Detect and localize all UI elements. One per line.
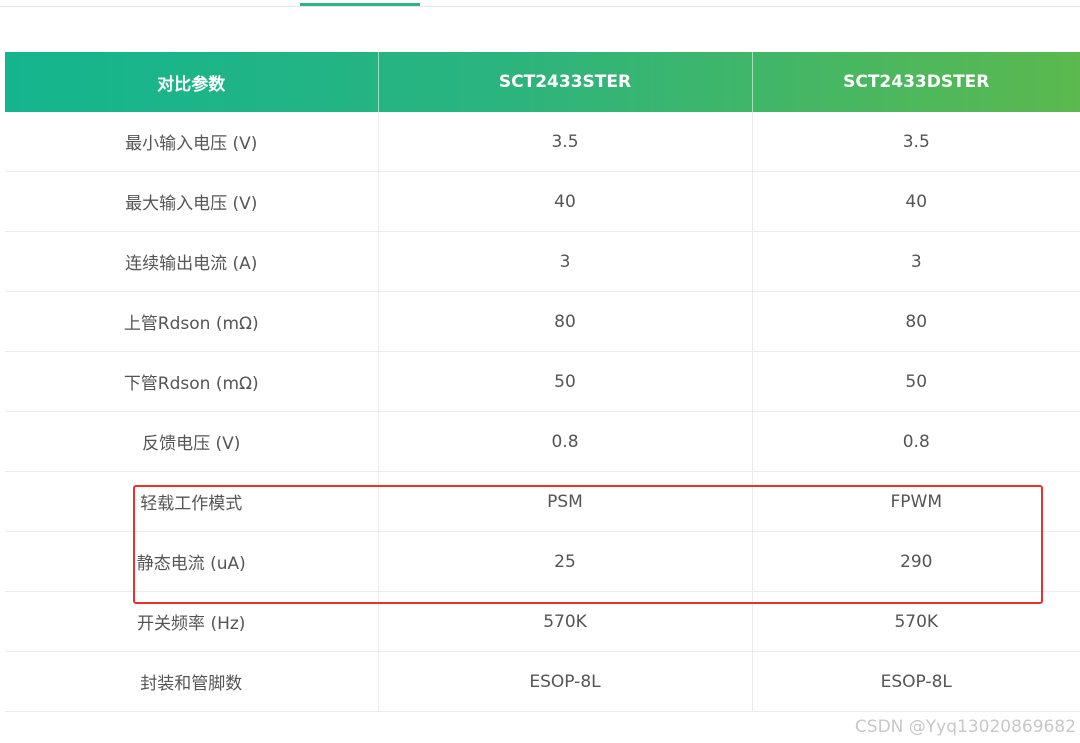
table-header-row: 对比参数 SCT2433STER SCT2433DSTER xyxy=(5,52,1080,112)
table-row: 封装和管脚数 ESOP-8L ESOP-8L xyxy=(5,651,1080,712)
table-row: 最小输入电压 (V) 3.5 3.5 xyxy=(5,112,1080,172)
param-cell: 开关频率 (Hz) xyxy=(5,591,379,652)
value-cell: FPWM xyxy=(752,471,1080,532)
table-row: 最大输入电压 (V) 40 40 xyxy=(5,171,1080,232)
value-cell: 3 xyxy=(378,231,753,292)
value-cell: 3.5 xyxy=(378,112,753,172)
value-cell: 3.5 xyxy=(752,112,1080,172)
value-cell: 40 xyxy=(378,171,753,232)
value-cell: 0.8 xyxy=(752,411,1080,472)
value-cell: 50 xyxy=(752,351,1080,412)
param-cell: 最大输入电压 (V) xyxy=(5,171,379,232)
value-cell: 570K xyxy=(378,591,753,652)
param-cell: 连续输出电流 (A) xyxy=(5,231,379,292)
csdn-watermark: CSDN @Yyq13020869682 xyxy=(854,717,1076,737)
comparison-table: 对比参数 SCT2433STER SCT2433DSTER 最小输入电压 (V)… xyxy=(5,52,1080,712)
value-cell: 3 xyxy=(752,231,1080,292)
value-cell: 40 xyxy=(752,171,1080,232)
table-row: 静态电流 (uA) 25 290 xyxy=(5,531,1080,592)
header-parameter: 对比参数 xyxy=(5,52,379,112)
param-cell: 最小输入电压 (V) xyxy=(5,112,379,172)
value-cell: 570K xyxy=(752,591,1080,652)
param-cell: 上管Rdson (mΩ) xyxy=(5,291,379,352)
table-row: 反馈电压 (V) 0.8 0.8 xyxy=(5,411,1080,472)
top-divider xyxy=(0,6,1080,7)
value-cell: 290 xyxy=(752,531,1080,592)
param-cell: 下管Rdson (mΩ) xyxy=(5,351,379,412)
param-cell: 静态电流 (uA) xyxy=(5,531,379,592)
value-cell: 50 xyxy=(378,351,753,412)
table-row: 轻载工作模式 PSM FPWM xyxy=(5,471,1080,532)
param-cell: 封装和管脚数 xyxy=(5,651,379,712)
active-tab-indicator xyxy=(300,3,420,6)
table-row: 连续输出电流 (A) 3 3 xyxy=(5,231,1080,292)
param-cell: 轻载工作模式 xyxy=(5,471,379,532)
table-row: 开关频率 (Hz) 570K 570K xyxy=(5,591,1080,652)
value-cell: 80 xyxy=(752,291,1080,352)
value-cell: 0.8 xyxy=(378,411,753,472)
value-cell: 25 xyxy=(378,531,753,592)
value-cell: 80 xyxy=(378,291,753,352)
value-cell: PSM xyxy=(378,471,753,532)
value-cell: ESOP-8L xyxy=(752,651,1080,712)
header-sct2433ster: SCT2433STER xyxy=(378,52,753,112)
table-row: 上管Rdson (mΩ) 80 80 xyxy=(5,291,1080,352)
table-row: 下管Rdson (mΩ) 50 50 xyxy=(5,351,1080,412)
value-cell: ESOP-8L xyxy=(378,651,753,712)
param-cell: 反馈电压 (V) xyxy=(5,411,379,472)
header-sct2433dster: SCT2433DSTER xyxy=(843,72,990,92)
